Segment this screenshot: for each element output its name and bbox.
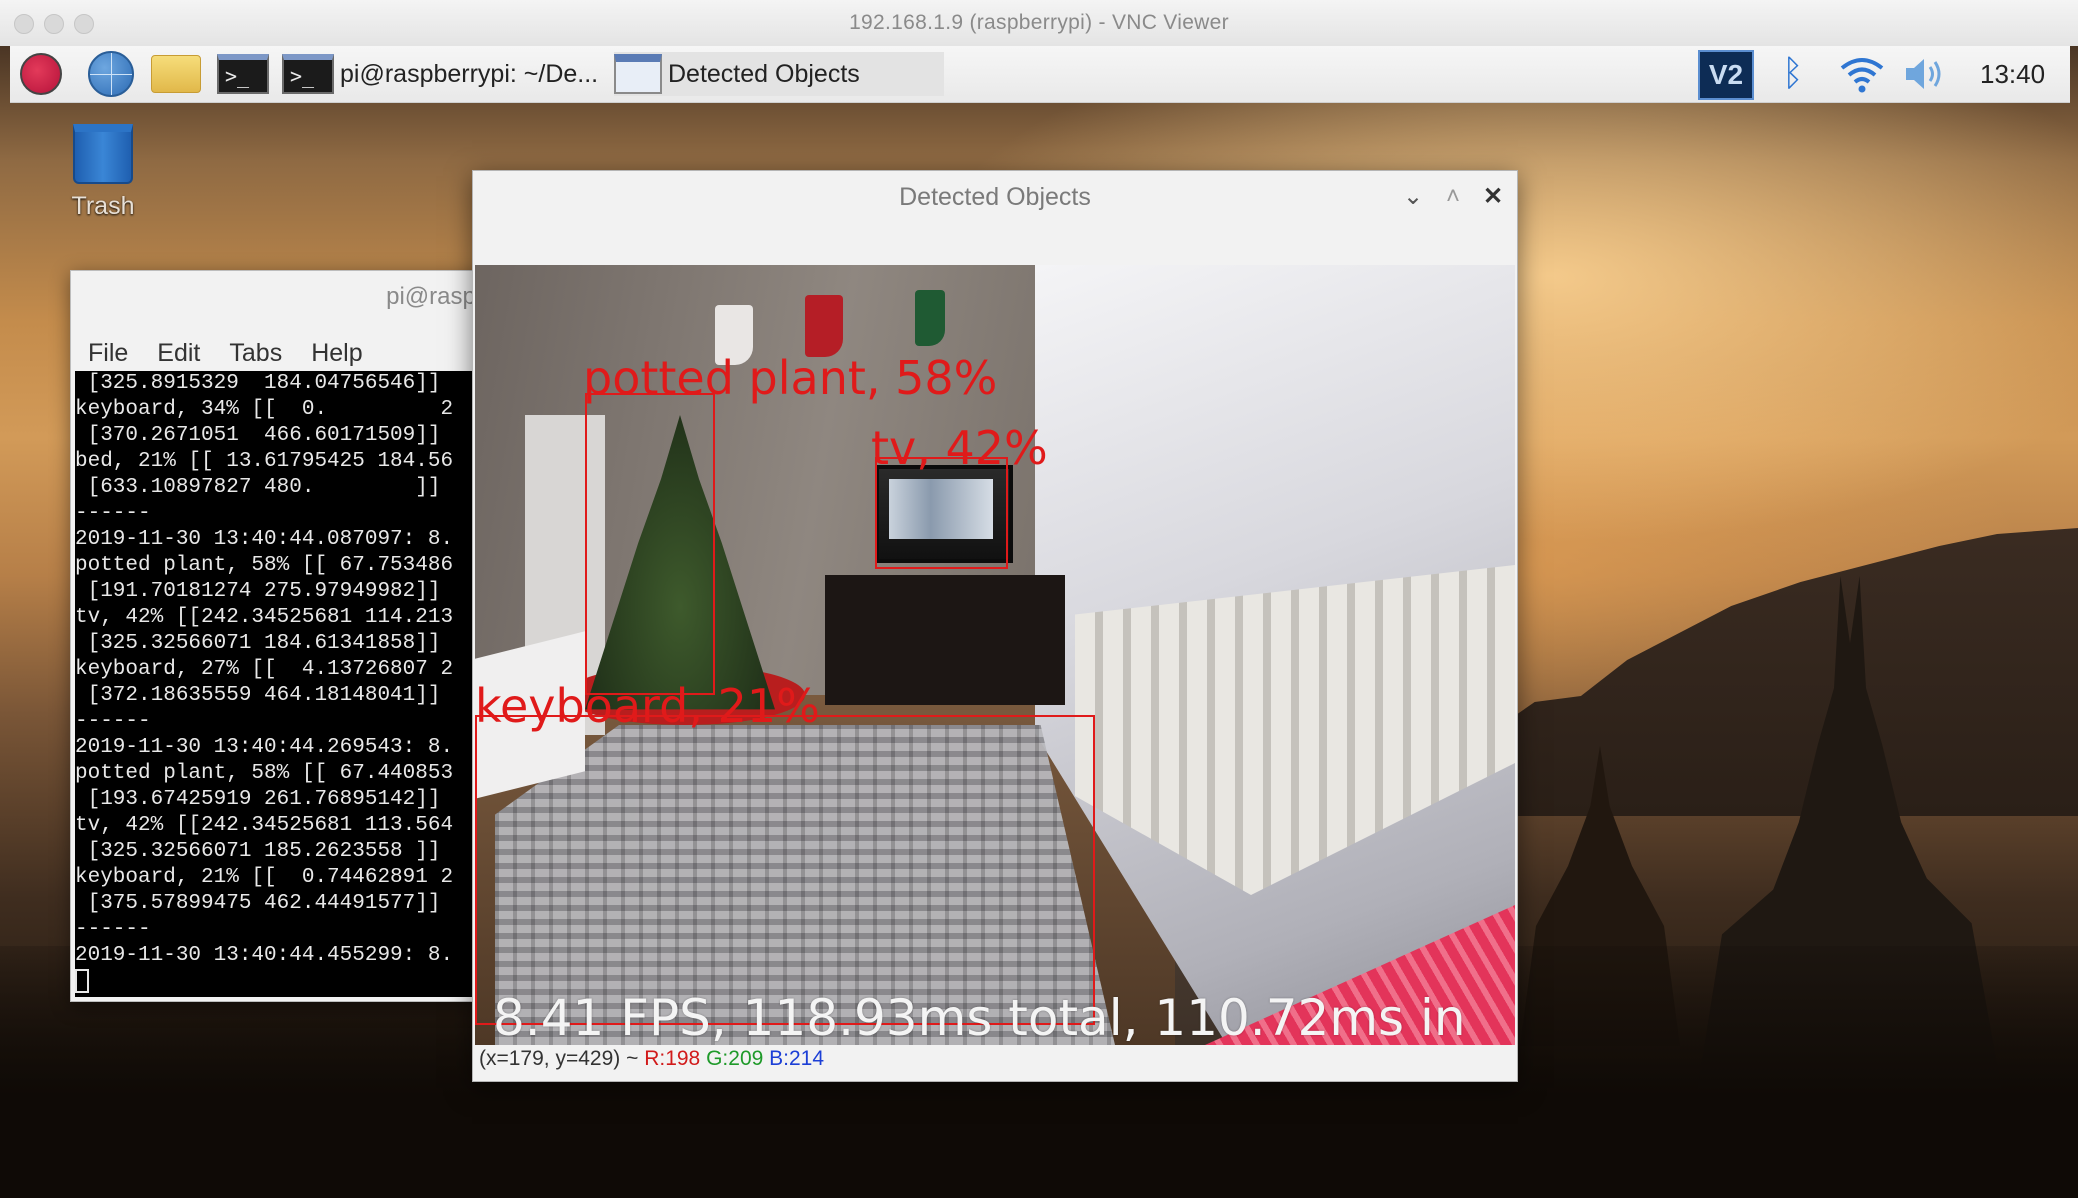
terminal-line: bed, 21% [[ 13.61795425 184.56 [75, 450, 454, 473]
terminal-line: [191.70181274 275.97949982]] [75, 580, 454, 603]
detection-label-potted-plant: potted plant, 58% [583, 351, 998, 405]
terminal-line: [375.57899475 462.44491577]] [75, 892, 454, 915]
vnc-title-bar: 192.168.1.9 (raspberrypi) - VNC Viewer [0, 0, 2078, 47]
scene-stocking [915, 290, 945, 346]
maximize-button[interactable]: ˄ [1437, 181, 1469, 213]
raspberry-menu-icon[interactable] [16, 52, 66, 96]
terminal-output[interactable]: [325.8915329 184.04756546]] keyboard, 34… [75, 371, 487, 997]
bluetooth-icon[interactable]: ᛒ [1782, 52, 1804, 94]
system-tray: V2 ᛒ 13:40 [1690, 46, 2070, 102]
terminal-line: 2019-11-30 13:40:44.087097: 8. [75, 528, 454, 551]
detection-box-keyboard [475, 715, 1095, 1025]
vnc-server-icon[interactable]: V2 [1698, 50, 1754, 100]
wifi-icon[interactable] [1838, 50, 1886, 98]
terminal-icon[interactable]: >_ [214, 52, 272, 96]
trash-icon [73, 124, 133, 184]
terminal-line: [325.32566071 185.2623558 ]] [75, 840, 454, 863]
terminal-line: 2019-11-30 13:40:44.455299: 8. [75, 944, 454, 967]
menu-tabs[interactable]: Tabs [212, 327, 294, 371]
terminal-line: [325.32566071 184.61341858]] [75, 632, 454, 655]
trash-label: Trash [71, 192, 135, 220]
taskbar-item-label: pi@raspberrypi: ~/De... [340, 59, 599, 88]
pixel-blue-value: B:214 [769, 1047, 825, 1070]
vnc-window-title: 192.168.1.9 (raspberrypi) - VNC Viewer [849, 11, 1229, 34]
terminal-line: [193.67425919 261.76895142]] [75, 788, 454, 811]
terminal-icon: >_ [282, 54, 334, 94]
fps-overlay-text: 8.41 FPS, 118.93ms total, 110.72ms in [493, 989, 1466, 1045]
taskbar: >_ >_ pi@raspberrypi: ~/De... Detected O… [10, 46, 2070, 103]
cursor-coordinates: (x=179, y=429) ~ [479, 1047, 639, 1070]
terminal-line: ------ [75, 918, 151, 941]
window-icon [614, 54, 662, 94]
file-manager-folder-icon[interactable] [148, 52, 204, 96]
web-browser-globe-icon[interactable] [86, 51, 136, 97]
pixel-red-value: R:198 [644, 1047, 701, 1070]
terminal-line: ------ [75, 502, 151, 525]
scene-tv-stand [825, 575, 1065, 705]
camera-feed-image[interactable]: potted plant, 58% tv, 42% keyboard, 21% … [475, 265, 1515, 1045]
terminal-line: [633.10897827 480. ]] [75, 476, 454, 499]
detection-box-potted-plant [585, 393, 715, 695]
terminal-line: [370.2671051 466.60171509]] [75, 424, 454, 447]
detected-objects-window[interactable]: Detected Objects ⌄ ˄ ✕ potted plant, 58%… [472, 170, 1518, 1082]
close-button[interactable]: ✕ [1477, 181, 1509, 213]
terminal-window[interactable]: pi@rasp File Edit Tabs Help [325.8915329… [70, 270, 492, 1002]
minimize-button[interactable]: ⌄ [1397, 181, 1429, 213]
terminal-menu-bar: File Edit Tabs Help [71, 327, 491, 371]
scene-stocking [805, 295, 843, 357]
detected-objects-window-title: Detected Objects [899, 183, 1091, 211]
terminal-window-title: pi@rasp [386, 283, 476, 310]
terminal-line: tv, 42% [[242.34525681 113.564 [75, 814, 454, 837]
terminal-line: keyboard, 27% [[ 4.13726807 2 [75, 658, 454, 681]
menu-file[interactable]: File [71, 327, 140, 371]
taskbar-item-terminal[interactable]: >_ pi@raspberrypi: ~/De... [282, 52, 614, 96]
taskbar-item-detected-objects[interactable]: Detected Objects [614, 52, 944, 96]
volume-icon[interactable] [1900, 50, 1948, 98]
terminal-line: 2019-11-30 13:40:44.269543: 8. [75, 736, 454, 759]
menu-edit[interactable]: Edit [140, 327, 212, 371]
taskbar-item-label: Detected Objects [668, 59, 860, 88]
terminal-line: potted plant, 58% [[ 67.753486 [75, 554, 454, 577]
detection-label-tv: tv, 42% [871, 421, 1048, 475]
menu-help[interactable]: Help [294, 327, 374, 371]
clock[interactable]: 13:40 [1980, 59, 2045, 90]
detection-label-keyboard: keyboard, 21% [475, 679, 820, 733]
terminal-line: ------ [75, 710, 151, 733]
terminal-line: keyboard, 34% [[ 0. 2 [75, 398, 454, 421]
terminal-line: [372.18635559 464.18148041]] [75, 684, 454, 707]
terminal-line: [325.8915329 184.04756546]] [75, 372, 454, 395]
wallpaper-hills [1500, 528, 2078, 816]
terminal-cursor [75, 969, 89, 993]
terminal-line: tv, 42% [[242.34525681 114.213 [75, 606, 454, 629]
pixel-status-bar: (x=179, y=429) ~ R:198 G:209 B:214 [479, 1047, 824, 1081]
terminal-line: keyboard, 21% [[ 0.74462891 2 [75, 866, 454, 889]
terminal-line: potted plant, 58% [[ 67.440853 [75, 762, 454, 785]
pixel-green-value: G:209 [706, 1047, 764, 1070]
trash-desktop-icon[interactable]: Trash [58, 124, 148, 221]
